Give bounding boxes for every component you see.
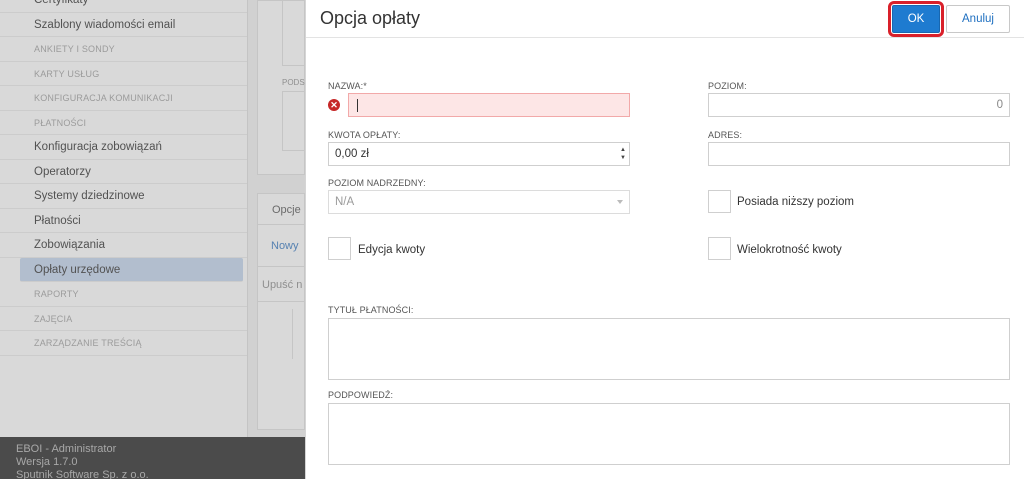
edit-amount-checkbox[interactable] bbox=[328, 237, 351, 260]
error-icon: ✕ bbox=[328, 99, 340, 111]
level-value: 0 bbox=[996, 99, 1003, 111]
fee-option-dialog: Opcja opłaty OK Anuluj NAZWA:* ✕ KWOTA O… bbox=[305, 0, 1024, 479]
has-lower-level-checkbox[interactable] bbox=[708, 190, 731, 213]
amount-spinner-icon[interactable]: ▲ ▼ bbox=[620, 146, 626, 162]
name-label: NAZWA:* bbox=[328, 81, 367, 91]
cancel-button[interactable]: Anuluj bbox=[946, 5, 1010, 33]
parent-level-label: POZIOM NADRZEDNY: bbox=[328, 178, 426, 188]
dialog-title: Opcja opłaty bbox=[320, 8, 421, 28]
parent-level-select[interactable]: N/A bbox=[328, 190, 630, 214]
amount-multiplicity-label: Wielokrotność kwoty bbox=[737, 244, 842, 256]
level-input[interactable]: 0 bbox=[708, 93, 1010, 117]
address-label: ADRES: bbox=[708, 130, 743, 140]
has-lower-level-label: Posiada niższy poziom bbox=[737, 196, 854, 208]
amount-value: 0,00 zł bbox=[335, 148, 369, 160]
ok-button[interactable]: OK bbox=[888, 1, 944, 37]
text-caret bbox=[357, 99, 358, 112]
level-label: POZIOM: bbox=[708, 81, 747, 91]
amount-multiplicity-checkbox[interactable] bbox=[708, 237, 731, 260]
address-input[interactable] bbox=[708, 142, 1010, 166]
payment-title-textarea[interactable] bbox=[328, 318, 1010, 380]
name-input[interactable] bbox=[348, 93, 630, 117]
amount-label: KWOTA OPŁATY: bbox=[328, 130, 401, 140]
hint-textarea[interactable] bbox=[328, 403, 1010, 465]
dialog-header: Opcja opłaty OK Anuluj bbox=[306, 0, 1024, 38]
hint-label: PODPOWIEDŹ: bbox=[328, 390, 394, 400]
parent-level-value: N/A bbox=[335, 196, 355, 208]
payment-title-label: TYTUŁ PŁATNOŚCI: bbox=[328, 305, 414, 315]
chevron-down-icon bbox=[617, 200, 623, 204]
modal-overlay[interactable] bbox=[0, 0, 305, 479]
amount-input[interactable]: 0,00 zł ▲ ▼ bbox=[328, 142, 630, 166]
edit-amount-label: Edycja kwoty bbox=[358, 244, 426, 256]
